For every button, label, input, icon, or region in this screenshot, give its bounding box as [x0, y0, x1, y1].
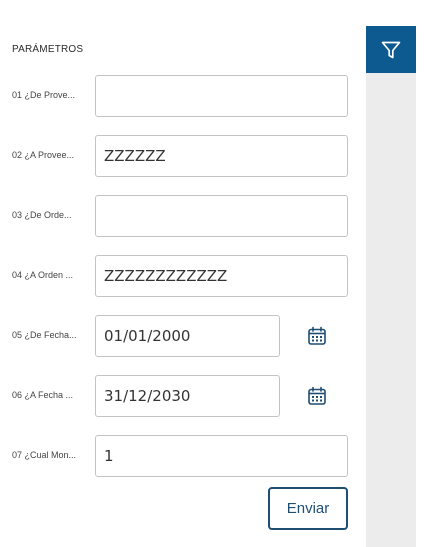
param-row-06: 06 ¿A Fecha ...: [0, 375, 366, 419]
filter-icon: [381, 41, 401, 58]
param-label: 01 ¿De Prove...: [12, 90, 76, 100]
param-row-03: 03 ¿De Orde...: [0, 195, 366, 239]
filter-button[interactable]: [366, 26, 416, 73]
calendar-icon[interactable]: [306, 385, 328, 407]
param-input-a-orden[interactable]: [95, 255, 348, 297]
param-input-a-proveedor[interactable]: [95, 135, 348, 177]
submit-button[interactable]: Enviar: [268, 487, 348, 530]
calendar-icon[interactable]: [306, 325, 328, 347]
param-row-07: 07 ¿Cual Mon...: [0, 435, 366, 479]
param-input-de-proveedor[interactable]: [95, 75, 348, 117]
param-label: 02 ¿A Provee...: [12, 150, 75, 160]
param-row-01: 01 ¿De Prove...: [0, 75, 366, 119]
calendar-icon-graphic: [308, 326, 326, 345]
sidebar: [366, 26, 416, 547]
param-input-de-fecha[interactable]: [95, 315, 280, 357]
param-label: 03 ¿De Orde...: [12, 210, 72, 220]
parameters-panel: PARÁMETROS 01 ¿De Prove... 02 ¿A Provee.…: [0, 0, 366, 547]
param-label: 07 ¿Cual Mon...: [12, 450, 77, 460]
param-row-05: 05 ¿De Fecha...: [0, 315, 366, 359]
param-label: 06 ¿A Fecha ...: [12, 390, 74, 400]
param-label: 04 ¿A Orden ...: [12, 270, 74, 280]
param-row-04: 04 ¿A Orden ...: [0, 255, 366, 299]
param-label: 05 ¿De Fecha...: [12, 330, 77, 340]
param-input-moneda[interactable]: [95, 435, 348, 477]
param-row-02: 02 ¿A Provee...: [0, 135, 366, 179]
param-input-a-fecha[interactable]: [95, 375, 280, 417]
param-input-de-orden[interactable]: [95, 195, 348, 237]
page: PARÁMETROS 01 ¿De Prove... 02 ¿A Provee.…: [0, 0, 432, 547]
section-title: PARÁMETROS: [12, 44, 84, 55]
calendar-icon-graphic: [308, 386, 326, 405]
